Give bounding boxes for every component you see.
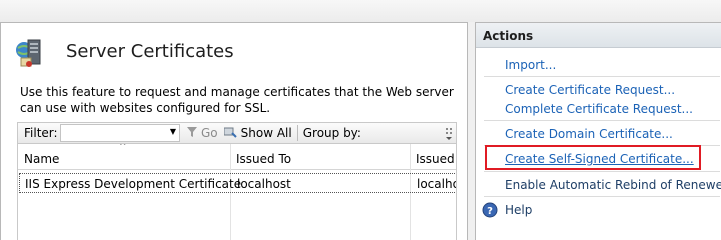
create-certificate-request-link[interactable]: Create Certificate Request... xyxy=(505,83,675,97)
action-separator xyxy=(484,76,720,77)
filter-toolbar: Filter: ▼ Go Show All Group by: xyxy=(17,122,457,144)
cell-issued-to: localhost xyxy=(237,177,291,191)
column-header-issued-by[interactable]: Issued B xyxy=(416,152,456,166)
sort-caret-icon: ^ xyxy=(119,144,127,152)
toolbar-grip-icon[interactable] xyxy=(445,127,454,141)
feature-description: Use this feature to request and manage c… xyxy=(20,85,454,115)
import-link[interactable]: Import... xyxy=(505,58,556,72)
filter-input[interactable]: ▼ xyxy=(60,124,180,142)
show-all-button[interactable]: Show All xyxy=(223,126,292,141)
top-bar xyxy=(0,0,721,22)
filter-label: Filter: xyxy=(24,126,58,140)
action-separator xyxy=(484,196,720,197)
column-header-name[interactable]: Name xyxy=(24,152,59,166)
dropdown-arrow-icon[interactable]: ▼ xyxy=(170,127,176,136)
help-link[interactable]: Help xyxy=(505,203,532,217)
go-label: Go xyxy=(201,126,218,140)
table-header: ^ Name Issued To Issued B xyxy=(18,144,456,170)
group-by-button[interactable]: Group by: xyxy=(303,126,361,140)
go-button[interactable]: Go xyxy=(186,126,218,141)
cell-issued-by: localhos xyxy=(417,177,456,191)
table-row[interactable]: IIS Express Development Certificate loca… xyxy=(19,173,456,193)
actions-title: Actions xyxy=(483,29,534,43)
create-domain-certificate-link[interactable]: Create Domain Certificate... xyxy=(505,127,673,141)
certificates-table: ^ Name Issued To Issued B IIS Express De… xyxy=(17,144,457,240)
help-icon[interactable]: ? xyxy=(482,202,498,218)
toolbar-separator xyxy=(296,125,298,141)
actions-header: Actions xyxy=(476,23,721,48)
svg-text:?: ? xyxy=(487,206,493,217)
server-certificate-icon xyxy=(14,36,48,70)
show-all-icon xyxy=(223,126,238,141)
cell-name: IIS Express Development Certificate xyxy=(25,177,242,191)
main-pane: Server Certificates Use this feature to … xyxy=(0,22,468,240)
enable-automatic-rebind-link[interactable]: Enable Automatic Rebind of Renewed Ce xyxy=(505,178,721,192)
filter-go-icon xyxy=(186,126,198,141)
page-title: Server Certificates xyxy=(66,41,234,62)
highlight-box xyxy=(485,145,701,170)
action-separator xyxy=(484,171,720,172)
complete-certificate-request-link[interactable]: Complete Certificate Request... xyxy=(505,102,693,116)
action-separator xyxy=(484,120,720,121)
actions-pane: Actions Import... Create Certificate Req… xyxy=(475,22,721,240)
show-all-label: Show All xyxy=(240,126,292,140)
column-header-issued-to[interactable]: Issued To xyxy=(236,152,291,166)
